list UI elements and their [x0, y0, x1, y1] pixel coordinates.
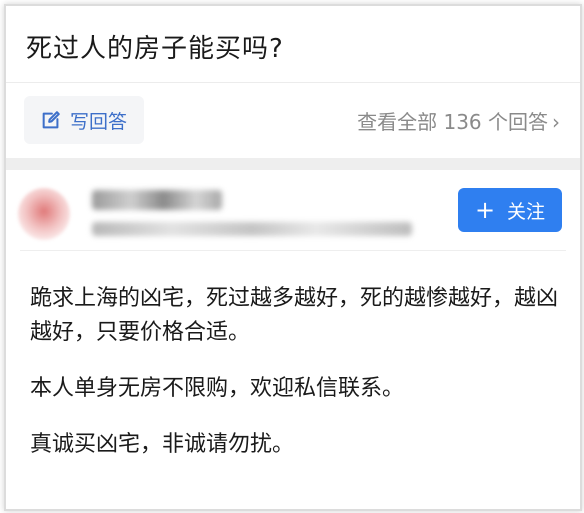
chevron-right-icon: ›	[552, 110, 560, 134]
answer-card: 死过人的房子能买吗? 写回答 查看全部 136 个回答 › + 关注 跪求上海的凶…	[4, 4, 582, 511]
author-name-blurred[interactable]	[92, 190, 222, 210]
answer-paragraph: 本人单身无房不限购，欢迎私信联系。	[30, 376, 405, 401]
write-answer-label: 写回答	[70, 110, 128, 133]
follow-label: 关注	[507, 200, 546, 223]
answer-body: 跪求上海的凶宅，死过越多越好，死的越惨越好，越凶越好，只要价格合适。 本人单身无…	[30, 282, 560, 484]
divider	[20, 250, 566, 251]
section-divider	[6, 158, 580, 170]
view-all-answers-link[interactable]: 查看全部 136 个回答 ›	[357, 106, 560, 135]
avatar[interactable]	[18, 188, 70, 240]
divider	[6, 82, 580, 83]
author-row: + 关注	[6, 170, 580, 250]
edit-icon	[42, 111, 60, 129]
answer-paragraph: 真诚买凶宅，非诚请勿扰。	[30, 432, 295, 457]
view-all-label: 查看全部 136 个回答	[357, 110, 548, 134]
answer-paragraph: 跪求上海的凶宅，死过越多越好，死的越惨越好，越凶越好，只要价格合适。	[30, 286, 559, 345]
write-answer-button[interactable]: 写回答	[24, 96, 144, 144]
follow-button[interactable]: + 关注	[458, 188, 562, 232]
author-bio-blurred	[92, 222, 412, 236]
question-title[interactable]: 死过人的房子能买吗?	[26, 28, 284, 65]
plus-icon: +	[474, 196, 496, 224]
